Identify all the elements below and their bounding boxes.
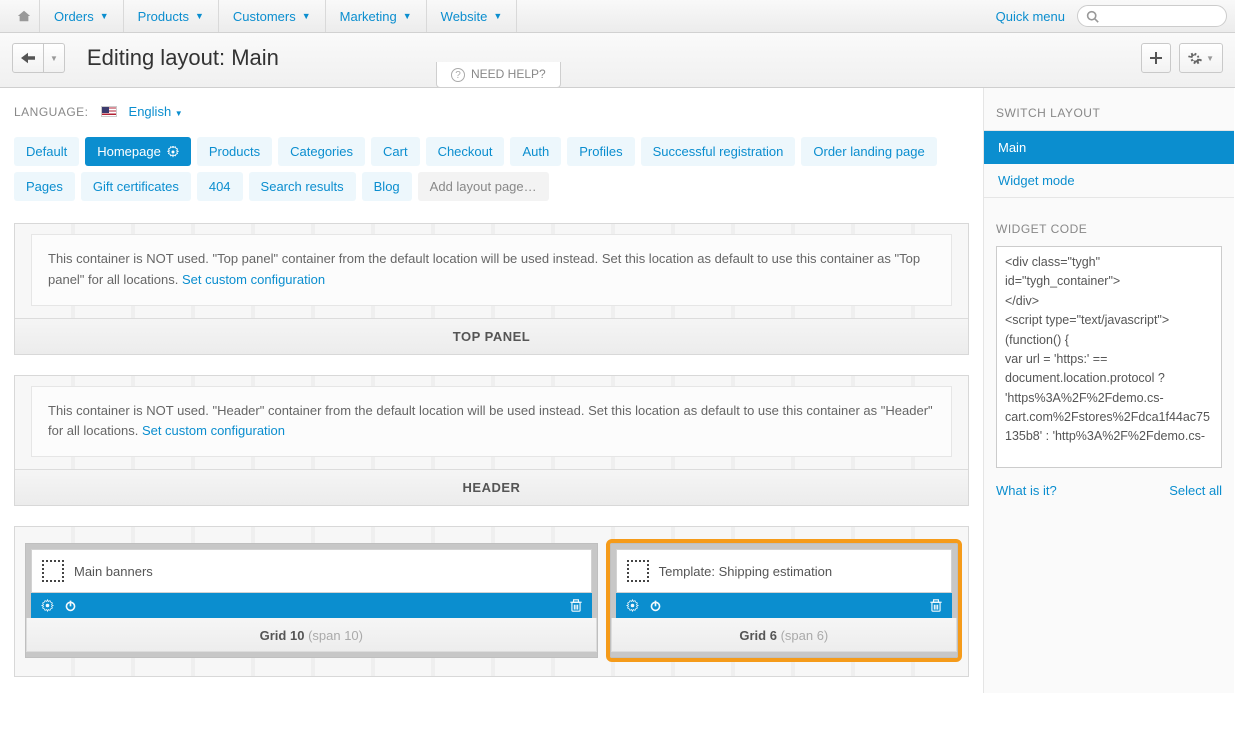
grid-label: Grid 6 (span 6) (611, 618, 957, 652)
switch-layout-list: Main Widget mode (984, 130, 1234, 198)
nav-customers[interactable]: Customers▼ (219, 0, 326, 32)
layout-page-tabs: Default Homepage Products Categories Car… (14, 137, 969, 201)
drag-handle-icon[interactable] (627, 560, 649, 582)
container-top-panel: This container is NOT used. "Top panel" … (14, 223, 969, 355)
question-icon: ? (451, 68, 465, 82)
trash-icon[interactable] (570, 599, 582, 612)
header-title: HEADER (15, 469, 968, 505)
tab-profiles[interactable]: Profiles (567, 137, 634, 166)
tab-products[interactable]: Products (197, 137, 272, 166)
block-main-banners[interactable]: Main banners (31, 549, 592, 593)
sidebar: SWITCH LAYOUT Main Widget mode WIDGET CO… (984, 88, 1234, 693)
caret-down-icon: ▼ (493, 11, 502, 21)
search-icon (1086, 10, 1099, 23)
switch-layout-title: SWITCH LAYOUT (996, 106, 1222, 120)
set-custom-config-link[interactable]: Set custom configuration (182, 272, 325, 287)
language-link[interactable]: English ▼ (129, 104, 183, 119)
tab-checkout[interactable]: Checkout (426, 137, 505, 166)
page-header: ▼ Editing layout: Main ▼ ?NEED HELP? (0, 33, 1235, 88)
block-title: Template: Shipping estimation (659, 564, 832, 579)
tab-404[interactable]: 404 (197, 172, 243, 201)
header-notice: This container is NOT used. "Header" con… (31, 386, 952, 458)
tab-cart[interactable]: Cart (371, 137, 420, 166)
home-icon[interactable] (8, 0, 40, 32)
content-grid-container: Main banners Grid 10 (span 10) Template:… (14, 526, 969, 677)
top-panel-title: TOP PANEL (15, 318, 968, 354)
layout-item-widget-mode[interactable]: Widget mode (984, 164, 1234, 197)
nav-website[interactable]: Website▼ (427, 0, 518, 32)
tab-default[interactable]: Default (14, 137, 79, 166)
grid-column-6-highlighted[interactable]: Template: Shipping estimation Grid 6 (sp… (610, 543, 958, 658)
caret-down-icon: ▼ (100, 11, 109, 21)
power-icon[interactable] (649, 599, 662, 612)
grid-label: Grid 10 (span 10) (26, 618, 597, 652)
block-toolbar (616, 593, 952, 618)
power-icon[interactable] (64, 599, 77, 612)
back-button[interactable] (12, 43, 44, 73)
tab-pages[interactable]: Pages (14, 172, 75, 201)
gear-icon (167, 146, 179, 158)
back-dropdown-button[interactable]: ▼ (44, 43, 65, 73)
caret-down-icon: ▼ (195, 11, 204, 21)
nav-products[interactable]: Products▼ (124, 0, 219, 32)
trash-icon[interactable] (930, 599, 942, 612)
block-toolbar (31, 593, 592, 618)
language-label: LANGUAGE: (14, 105, 89, 119)
quick-menu-link[interactable]: Quick menu (996, 9, 1065, 24)
caret-down-icon: ▼ (302, 11, 311, 21)
tab-search-results[interactable]: Search results (249, 172, 356, 201)
tab-gift-certificates[interactable]: Gift certificates (81, 172, 191, 201)
search-input[interactable] (1077, 5, 1227, 27)
block-shipping-estimation[interactable]: Template: Shipping estimation (616, 549, 952, 593)
tab-add-layout-page[interactable]: Add layout page… (418, 172, 549, 201)
tab-order-landing[interactable]: Order landing page (801, 137, 936, 166)
what-is-it-link[interactable]: What is it? (996, 483, 1057, 498)
nav-orders[interactable]: Orders▼ (40, 0, 124, 32)
tab-homepage[interactable]: Homepage (85, 137, 191, 166)
caret-down-icon: ▼ (403, 11, 412, 21)
top-panel-notice: This container is NOT used. "Top panel" … (31, 234, 952, 306)
layout-item-main[interactable]: Main (984, 131, 1234, 164)
tab-auth[interactable]: Auth (510, 137, 561, 166)
tab-categories[interactable]: Categories (278, 137, 365, 166)
block-title: Main banners (74, 564, 153, 579)
tab-blog[interactable]: Blog (362, 172, 412, 201)
container-header: This container is NOT used. "Header" con… (14, 375, 969, 507)
add-button[interactable] (1141, 43, 1171, 73)
gear-icon[interactable] (626, 599, 639, 612)
widget-code-title: WIDGET CODE (996, 222, 1222, 236)
widget-code-textarea[interactable] (996, 246, 1222, 468)
page-title: Editing layout: Main (87, 45, 279, 71)
grid-column-10[interactable]: Main banners Grid 10 (span 10) (25, 543, 598, 658)
tab-successful-registration[interactable]: Successful registration (641, 137, 796, 166)
language-selector: LANGUAGE: English ▼ (14, 104, 969, 119)
set-custom-config-link[interactable]: Set custom configuration (142, 423, 285, 438)
flag-us-icon (101, 106, 117, 117)
drag-handle-icon[interactable] (42, 560, 64, 582)
top-navbar: Orders▼ Products▼ Customers▼ Marketing▼ … (0, 0, 1235, 33)
select-all-link[interactable]: Select all (1169, 483, 1222, 498)
need-help-tab[interactable]: ?NEED HELP? (436, 62, 561, 89)
gear-icon[interactable] (41, 599, 54, 612)
settings-button[interactable]: ▼ (1179, 43, 1223, 73)
nav-marketing[interactable]: Marketing▼ (326, 0, 427, 32)
